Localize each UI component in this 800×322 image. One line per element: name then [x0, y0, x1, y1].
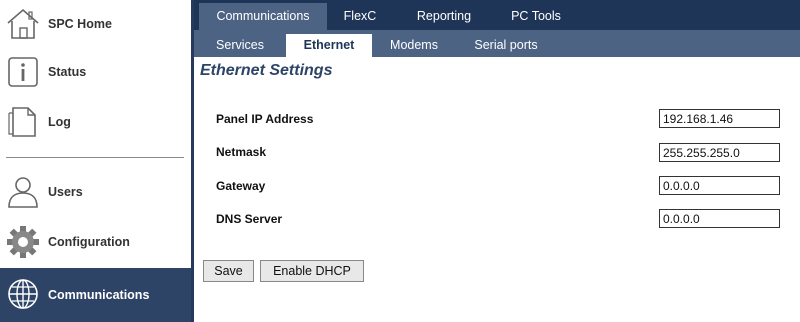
- sidebar-item-configuration[interactable]: Configuration: [0, 218, 193, 266]
- sidebar-item-label: SPC Home: [48, 17, 112, 31]
- enable-dhcp-button[interactable]: Enable DHCP: [260, 260, 364, 282]
- netmask-label: Netmask: [216, 145, 267, 159]
- gateway-label: Gateway: [216, 179, 266, 193]
- netmask-input[interactable]: [659, 143, 780, 162]
- tab-reporting[interactable]: Reporting: [402, 3, 486, 30]
- gateway-input[interactable]: [659, 176, 780, 195]
- sidebar-item-label: Status: [48, 65, 87, 79]
- sidebar-divider: [6, 157, 184, 158]
- info-icon: [5, 54, 41, 90]
- tab-flexc[interactable]: FlexC: [330, 3, 390, 30]
- sidebar-item-users[interactable]: Users: [0, 168, 193, 216]
- sidebar-item-label: Configuration: [48, 235, 130, 249]
- subtab-services[interactable]: Services: [204, 34, 276, 57]
- tab-communications[interactable]: Communications: [199, 3, 327, 30]
- sidebar-item-label: Communications: [48, 288, 150, 302]
- panel-ip-label: Panel IP Address: [216, 112, 314, 126]
- dns-server-input[interactable]: [659, 209, 780, 228]
- sidebar-item-label: Log: [48, 115, 71, 129]
- sidebar-item-communications[interactable]: Communications: [0, 268, 193, 322]
- tab-pc-tools[interactable]: PC Tools: [496, 3, 576, 30]
- subtab-modems[interactable]: Modems: [384, 34, 444, 57]
- sidebar-item-spc-home[interactable]: SPC Home: [0, 0, 193, 48]
- house-icon: [5, 6, 41, 42]
- sidebar-item-status[interactable]: Status: [0, 48, 193, 96]
- top-tab-bar: Communications FlexC Reporting PC Tools: [194, 0, 800, 30]
- sub-tab-bar: Services Ethernet Modems Serial ports: [194, 30, 800, 57]
- panel-ip-input[interactable]: [659, 109, 780, 128]
- save-button[interactable]: Save: [203, 260, 254, 282]
- user-icon: [5, 174, 41, 210]
- globe-icon: [5, 276, 41, 312]
- dns-server-label: DNS Server: [216, 212, 283, 226]
- sidebar-item-log[interactable]: Log: [0, 98, 193, 146]
- sidebar-item-label: Users: [48, 185, 83, 199]
- document-icon: [5, 104, 41, 140]
- subtab-ethernet[interactable]: Ethernet: [286, 34, 372, 57]
- subtab-serial-ports[interactable]: Serial ports: [470, 34, 542, 57]
- gear-icon: [5, 224, 41, 260]
- sidebar: SPC Home Status Log Users Configuration …: [0, 0, 193, 322]
- page-title: Ethernet Settings: [200, 62, 333, 79]
